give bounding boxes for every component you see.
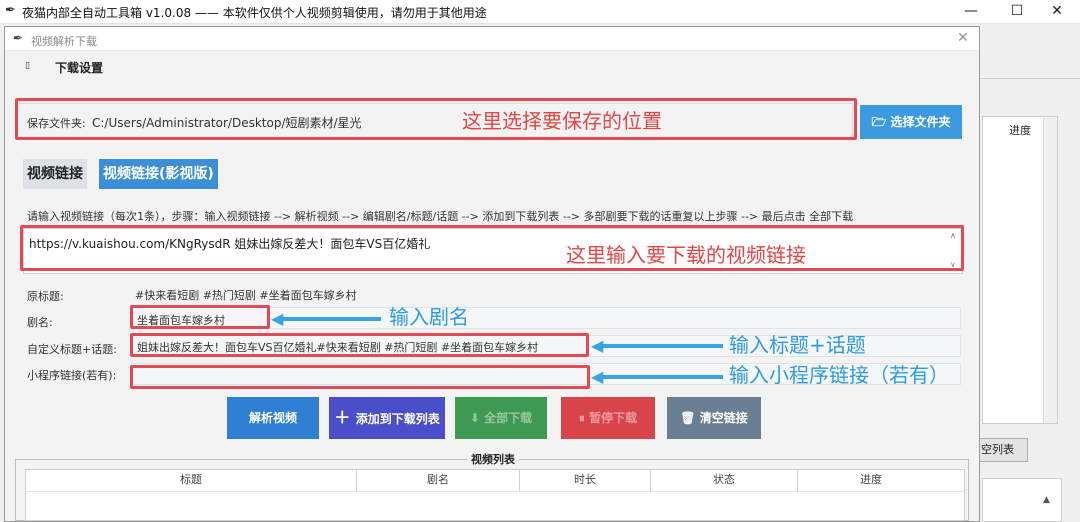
arrow-miniprogram bbox=[601, 375, 723, 379]
arrow-head-icon: ◀ bbox=[591, 336, 604, 355]
main-title-bar: ✒ 夜猫内部全自动工具箱 v1.0.08 —— 本软件仅供个人视频剪辑使用，请勿… bbox=[0, 0, 1080, 24]
table-header: 标题 剧名 时长 状态 进度 bbox=[26, 470, 964, 492]
choose-folder-button[interactable]: 🗁 选择文件夹 bbox=[860, 105, 962, 139]
original-title-label: 原标题: bbox=[27, 290, 64, 303]
download-all-button[interactable]: ⬇ 全部下载 bbox=[455, 397, 547, 439]
close-button[interactable]: ✕ bbox=[1034, 0, 1080, 24]
header-title[interactable]: 标题 bbox=[26, 470, 356, 490]
dialog-title: 视频解析下载 bbox=[31, 35, 97, 48]
annotation-title-topic: 输入标题+话题 bbox=[729, 333, 866, 357]
tab-video-link-film[interactable]: 视频链接(影视版) bbox=[99, 159, 218, 189]
plus-icon: ＋ bbox=[334, 408, 356, 427]
header-status[interactable]: 状态 bbox=[651, 470, 797, 490]
bg-divider bbox=[980, 78, 1080, 79]
dialog-body: ▯ 下载设置 保存文件夹: C:/Users/Administrator/Des… bbox=[5, 51, 979, 521]
bg-progress-header: 进度 bbox=[1009, 124, 1031, 137]
bg-lower-panel: ▲ bbox=[982, 478, 1062, 522]
dialog-close-icon[interactable]: ✕ bbox=[957, 30, 969, 46]
miniprogram-label: 小程序链接(若有): bbox=[27, 369, 117, 382]
annotation-miniprogram: 输入小程序链接（若有） bbox=[729, 363, 949, 387]
custom-title-label: 自定义标题+话题: bbox=[27, 343, 117, 356]
instructions-text: 请输入视频链接（每次1条），步骤：输入视频链接 --> 解析视频 --> 编辑剧… bbox=[27, 210, 854, 223]
save-folder-highlight bbox=[15, 98, 857, 140]
video-download-dialog: ✒ 视频解析下载 ✕ ▯ 下载设置 保存文件夹: C:/Users/Admini… bbox=[4, 26, 980, 522]
video-list-title: 视频列表 bbox=[467, 451, 519, 467]
bg-scrollbar[interactable] bbox=[1043, 117, 1057, 423]
annotation-link-input: 这里输入要下载的视频链接 bbox=[566, 243, 806, 267]
pause-download-button[interactable]: ⏸ 暂停下载 bbox=[561, 397, 655, 439]
video-link-highlight bbox=[20, 225, 964, 271]
miniprogram-highlight bbox=[130, 365, 590, 389]
feather-icon: ✒ bbox=[5, 3, 16, 18]
scroll-down-icon[interactable]: ∨ bbox=[950, 260, 956, 269]
custom-title-highlight bbox=[130, 333, 589, 357]
bg-list-panel: 进度 bbox=[982, 116, 1058, 424]
scroll-up-icon[interactable]: ▲ bbox=[1043, 495, 1050, 505]
main-window-title: 夜猫内部全自动工具箱 v1.0.08 —— 本软件仅供个人视频剪辑使用，请勿用于… bbox=[22, 6, 487, 20]
arrow-title-topic bbox=[601, 344, 723, 348]
video-list-table: 标题 剧名 时长 状态 进度 bbox=[25, 469, 965, 521]
clear-links-button[interactable]: 🗑 清空链接 bbox=[667, 397, 761, 439]
arrow-drama-name bbox=[281, 317, 381, 321]
tab-video-link[interactable]: 视频链接 bbox=[23, 159, 87, 189]
minimize-button[interactable]: — bbox=[948, 0, 994, 24]
drama-name-label: 剧名: bbox=[27, 316, 53, 329]
arrow-head-icon: ◀ bbox=[271, 309, 284, 328]
trash-icon: 🗑 bbox=[680, 411, 700, 425]
parse-video-button[interactable]: 解析视频 bbox=[227, 397, 319, 439]
pause-download-label: 暂停下载 bbox=[589, 411, 638, 425]
original-title-value: #快来看短剧 #热门短剧 #坐着面包车嫁乡村 bbox=[135, 289, 357, 302]
add-to-list-button[interactable]: ＋ 添加到下载列表 bbox=[329, 397, 445, 439]
scroll-up-icon[interactable]: ∧ bbox=[950, 231, 956, 240]
choose-folder-label: 选择文件夹 bbox=[890, 115, 951, 129]
section-title: 下载设置 bbox=[55, 61, 104, 75]
header-drama-name[interactable]: 剧名 bbox=[357, 470, 519, 490]
arrow-head-icon: ◀ bbox=[591, 367, 604, 386]
download-icon: ⬇ bbox=[469, 411, 485, 425]
add-to-list-label: 添加到下载列表 bbox=[355, 412, 440, 426]
feather-icon: ✒ bbox=[13, 31, 24, 45]
pause-icon: ⏸ bbox=[578, 411, 590, 425]
annotation-save-location: 这里选择要保存的位置 bbox=[462, 109, 662, 133]
settings-icon: ▯ bbox=[25, 61, 30, 71]
header-progress[interactable]: 进度 bbox=[798, 470, 944, 490]
annotation-drama-name: 输入剧名 bbox=[389, 305, 469, 329]
download-all-label: 全部下载 bbox=[484, 411, 533, 425]
folder-icon: 🗁 bbox=[871, 115, 891, 129]
dialog-title-bar: ✒ 视频解析下载 ✕ bbox=[5, 27, 979, 51]
drama-name-highlight bbox=[130, 305, 270, 329]
clear-links-label: 清空链接 bbox=[699, 411, 748, 425]
header-duration[interactable]: 时长 bbox=[520, 470, 650, 490]
